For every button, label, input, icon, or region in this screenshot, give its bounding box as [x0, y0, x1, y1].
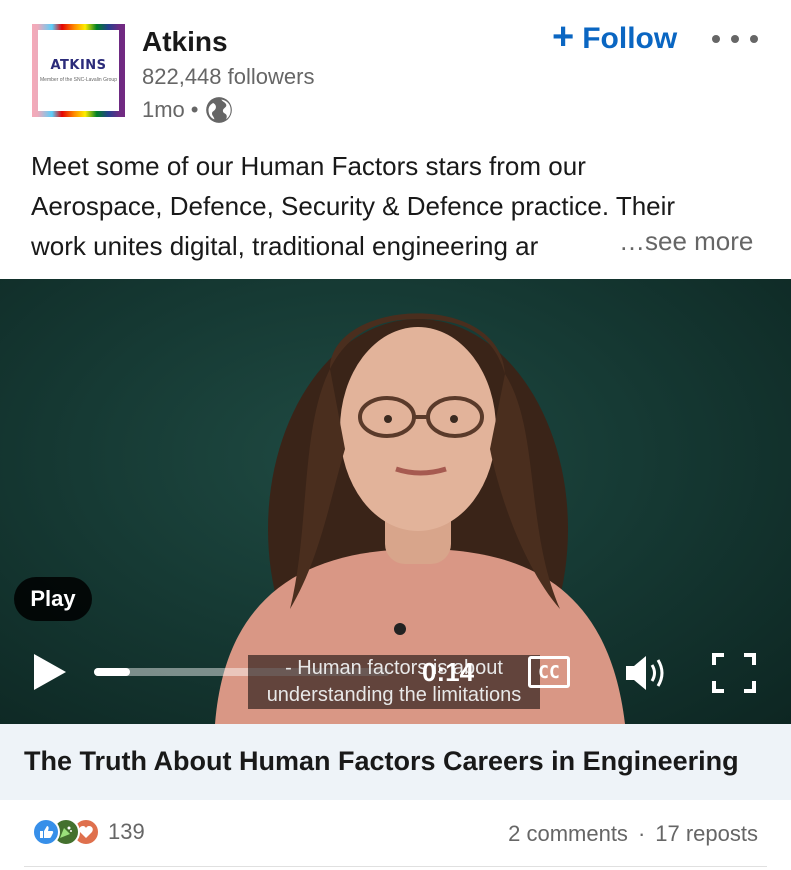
like-icon: [32, 818, 60, 846]
post-age: 1mo: [142, 97, 185, 122]
post-text-line: Meet some of our Human Factors stars fro…: [31, 151, 586, 181]
engagement-stats: 2 comments · 17 reposts: [508, 821, 758, 847]
follow-button[interactable]: + Follow: [552, 18, 678, 56]
caption-line: understanding the limitations: [266, 684, 522, 706]
meta-separator: •: [190, 97, 199, 122]
divider: [24, 866, 767, 867]
playback-time: 0:14: [422, 657, 475, 687]
video-player[interactable]: Play - Human factors is about understand…: [0, 279, 791, 724]
company-logo[interactable]: ATKINS Member of the SNC-Lavalin Group: [32, 24, 125, 117]
video-title-bar[interactable]: The Truth About Human Factors Careers in…: [0, 724, 791, 800]
post-text-line: Aerospace, Defence, Security & Defence p…: [31, 191, 676, 221]
follow-label: Follow: [582, 22, 678, 55]
progress-fill: [94, 668, 130, 676]
closed-caption: - Human factors is about understanding t…: [248, 655, 540, 709]
follower-count: 822,448 followers: [142, 64, 315, 89]
feed-post-card: ATKINS Member of the SNC-Lavalin Group A…: [0, 0, 791, 870]
stats-separator: ·: [637, 821, 646, 846]
comments-count-link[interactable]: 2 comments: [508, 821, 628, 847]
closed-captions-button[interactable]: CC: [528, 656, 570, 688]
reactions-summary[interactable]: 139: [32, 818, 145, 846]
ellipsis-icon: [712, 35, 720, 43]
more-options-button[interactable]: [712, 26, 758, 52]
volume-icon[interactable]: [624, 653, 670, 693]
fullscreen-icon[interactable]: [712, 653, 756, 693]
video-title: The Truth About Human Factors Careers in…: [24, 746, 739, 776]
plus-icon: +: [552, 16, 575, 58]
logo-subtext: Member of the SNC-Lavalin Group: [40, 77, 117, 83]
play-icon[interactable]: [32, 652, 68, 692]
reaction-count: 139: [108, 819, 145, 844]
logo-wordmark: ATKINS: [50, 58, 107, 73]
see-more-link[interactable]: …see more: [617, 226, 754, 257]
post-meta: 1mo •: [142, 96, 233, 124]
play-tooltip: Play: [14, 577, 92, 621]
caption-line: - Human factors is about: [285, 657, 503, 679]
globe-icon: [205, 97, 232, 123]
reposts-count-link[interactable]: 17 reposts: [655, 821, 758, 847]
company-name-link[interactable]: Atkins: [142, 26, 228, 58]
